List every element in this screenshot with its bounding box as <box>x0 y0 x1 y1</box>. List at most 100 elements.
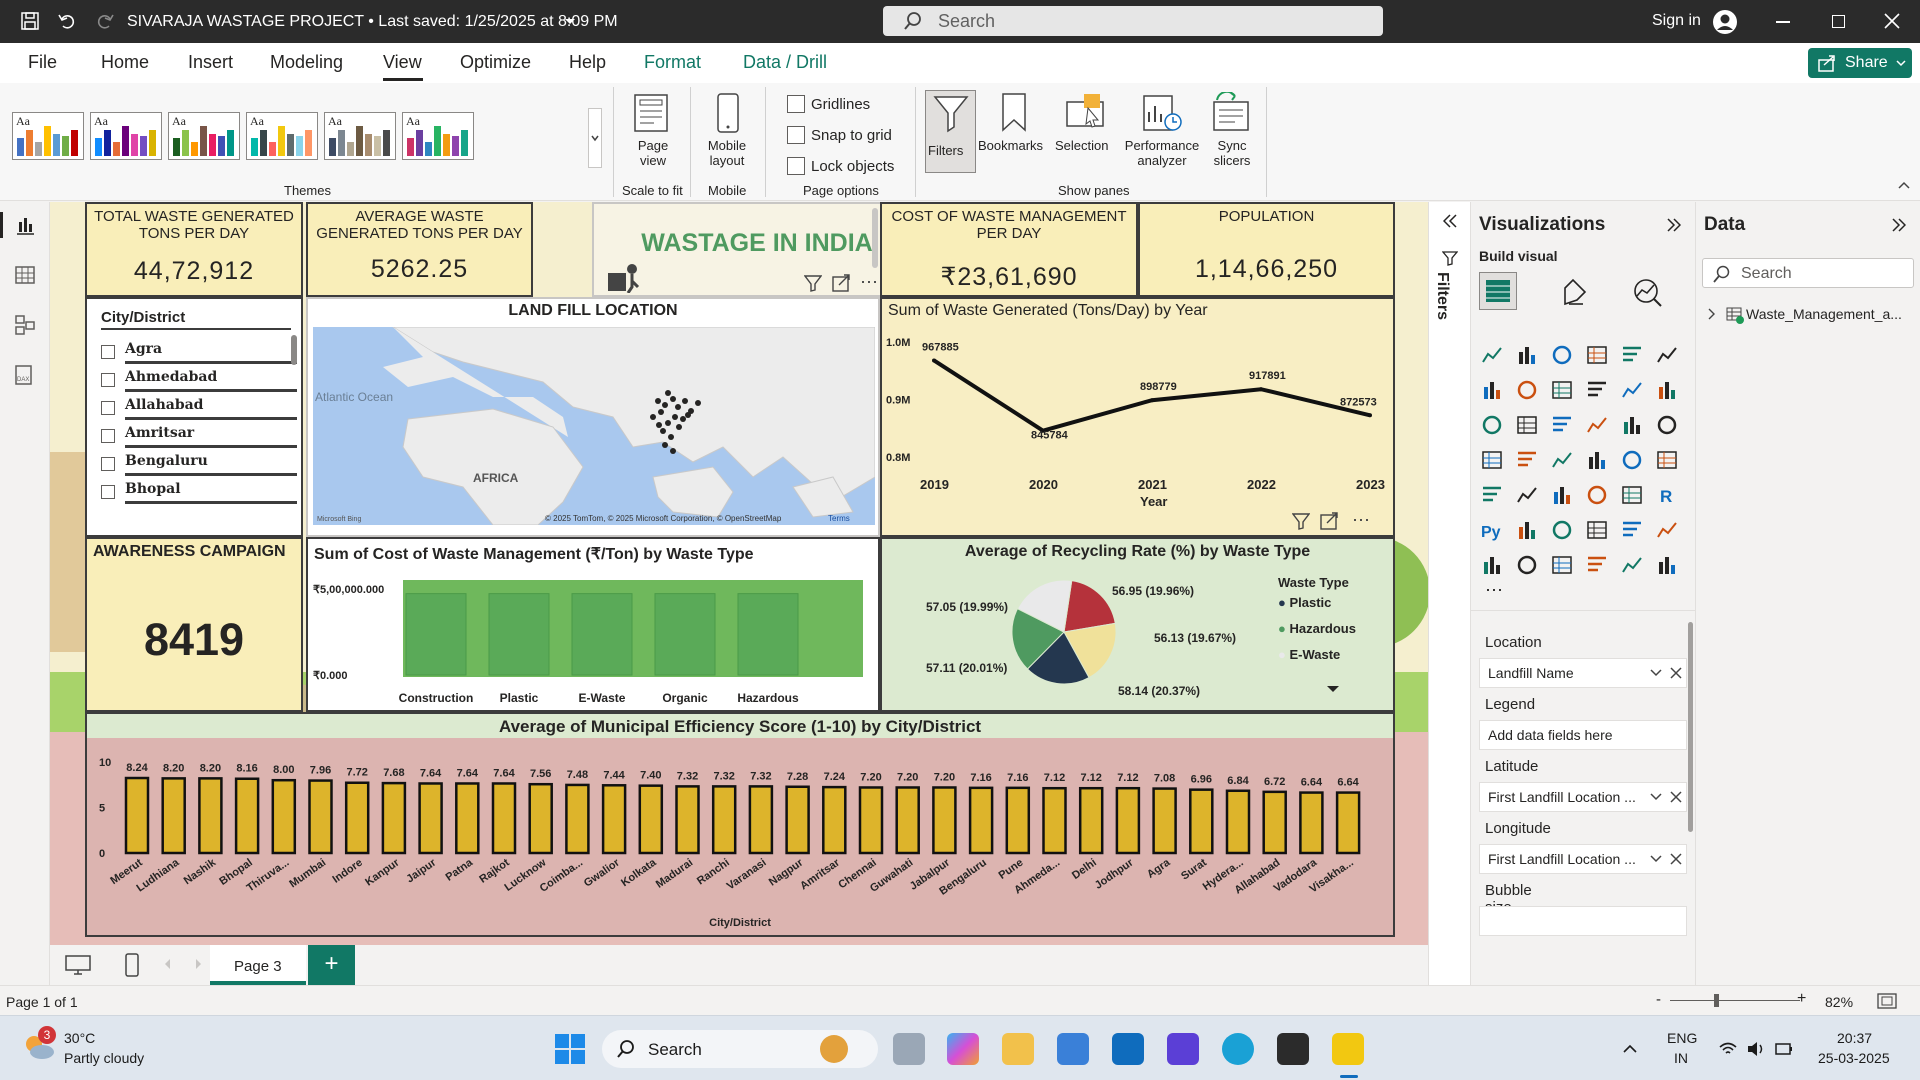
mobile-layout-button[interactable]: Mobile layout <box>702 138 752 168</box>
bar[interactable] <box>1115 786 1141 855</box>
share-button[interactable]: Share <box>1808 48 1912 78</box>
bar[interactable] <box>455 782 480 855</box>
cost-by-waste-type-chart[interactable]: Sum of Cost of Waste Management (₹/Ton) … <box>306 537 880 712</box>
landfill-map-visual[interactable]: LAND FILL LOCATION Atlantic Ocean AFRICA… <box>306 297 880 537</box>
selection-button[interactable]: Selection <box>1055 138 1108 153</box>
bar[interactable] <box>968 786 994 855</box>
landfill-marker[interactable] <box>665 420 671 426</box>
remove-field-icon[interactable] <box>1670 853 1682 865</box>
expand-filters-icon[interactable] <box>1443 214 1457 228</box>
bar[interactable] <box>1189 788 1214 855</box>
scrollbar[interactable] <box>872 208 878 268</box>
collapse-pane-icon[interactable] <box>1892 218 1906 232</box>
power-apps-icon[interactable] <box>1516 554 1538 576</box>
donut-icon[interactable] <box>1656 414 1678 436</box>
field-well-latitude[interactable]: First Landfill Location ... <box>1479 782 1687 812</box>
focus-mode-icon[interactable] <box>832 274 850 292</box>
bar[interactable] <box>711 785 737 855</box>
paginated-icon[interactable] <box>1656 519 1678 541</box>
key-influencers-icon[interactable] <box>1516 519 1538 541</box>
stacked-bar-icon[interactable] <box>1481 344 1503 366</box>
bar[interactable] <box>1005 786 1031 855</box>
redo-icon[interactable] <box>95 11 115 31</box>
slicer-item-agra[interactable]: Agra <box>101 337 297 365</box>
landfill-marker[interactable] <box>658 409 664 415</box>
series-line[interactable] <box>932 358 1371 433</box>
bar[interactable] <box>1152 787 1177 855</box>
landfill-marker[interactable] <box>672 414 678 420</box>
collapse-ribbon-icon[interactable] <box>1898 181 1910 189</box>
sign-in-link[interactable]: Sign in <box>1652 12 1701 30</box>
matrix-icon[interactable] <box>1621 484 1643 506</box>
pie-legend-item-hazardous[interactable]: ● Hazardous <box>1278 621 1356 636</box>
bar[interactable] <box>234 777 260 855</box>
sync-slicers-icon[interactable] <box>1209 92 1253 132</box>
menu-optimize[interactable]: Optimize <box>460 52 531 73</box>
selection-icon[interactable] <box>1064 92 1108 132</box>
bar[interactable] <box>1299 791 1324 855</box>
gauge-icon[interactable] <box>1621 449 1643 471</box>
table-view-icon[interactable] <box>14 264 36 286</box>
clustered-column-icon[interactable] <box>1586 344 1608 366</box>
cost-chart-plot[interactable]: ₹5,00,000.000 ₹0.000 Construction Plastic E-… <box>308 567 878 710</box>
bar[interactable] <box>785 785 810 855</box>
area-chart-icon[interactable] <box>1516 379 1538 401</box>
theme-option[interactable]: Aa <box>402 112 474 160</box>
page-tab-page3[interactable]: Page 3 <box>210 945 306 985</box>
slicer-checkbox[interactable] <box>101 485 115 499</box>
kpi-avg-waste-card[interactable]: AVERAGE WASTE GENERATED TONS PER DAY 526… <box>306 202 533 297</box>
outlook-icon[interactable] <box>1112 1033 1144 1065</box>
remove-field-icon[interactable] <box>1670 667 1682 679</box>
bar[interactable] <box>675 785 700 855</box>
r-visual-icon[interactable]: R <box>1656 484 1678 506</box>
line-clustered-icon[interactable] <box>1656 379 1678 401</box>
page-view-icon[interactable] <box>630 91 674 135</box>
landfill-marker[interactable] <box>680 416 686 422</box>
funnel-icon[interactable] <box>1551 414 1573 436</box>
python-visual-icon[interactable]: Py <box>1481 519 1503 541</box>
themes-more-button[interactable] <box>588 108 602 168</box>
map-icon[interactable] <box>1516 449 1538 471</box>
slicer-checkbox[interactable] <box>101 345 115 359</box>
zoom-in-button[interactable]: + <box>1797 990 1806 1008</box>
language-label[interactable]: ENG <box>1667 1030 1697 1046</box>
slicer-item-ahmedabad[interactable]: Ahmedabad <box>101 365 297 393</box>
clustered-bar-icon[interactable] <box>1551 344 1573 366</box>
kpi-population-card[interactable]: POPULATION 1,14,66,250 <box>1138 202 1395 297</box>
bar[interactable] <box>932 786 957 855</box>
pane-scrollbar[interactable] <box>1688 622 1693 832</box>
field-well-longitude[interactable]: First Landfill Location ... <box>1479 844 1687 874</box>
remove-field-icon[interactable] <box>1670 791 1682 803</box>
powerbi-icon[interactable] <box>1332 1033 1364 1065</box>
landfill-marker[interactable] <box>668 434 674 440</box>
awareness-campaign-card[interactable]: AWARENESS CAMPAIGN 8419 <box>85 537 303 712</box>
visual-filter-icon[interactable] <box>804 274 822 292</box>
table-icon[interactable] <box>1586 484 1608 506</box>
narrative-icon[interactable] <box>1621 519 1643 541</box>
qa-icon[interactable] <box>1586 519 1608 541</box>
bar[interactable] <box>1262 790 1287 855</box>
chevron-down-icon[interactable] <box>1650 669 1662 677</box>
bar[interactable] <box>1225 789 1251 855</box>
bar[interactable] <box>858 786 884 855</box>
fit-to-page-icon[interactable] <box>1877 993 1897 1009</box>
pie-legend-item-plastic[interactable]: ● Plastic <box>1278 595 1331 610</box>
bar[interactable] <box>1042 786 1067 855</box>
city-slicer[interactable]: City/District Agra Ahmedabad Allahabad Amri… <box>85 297 303 537</box>
bar[interactable] <box>1078 786 1104 855</box>
chevron-down-icon[interactable] <box>564 18 576 26</box>
bar[interactable] <box>571 593 633 676</box>
field-well-bubble-size[interactable] <box>1479 906 1687 936</box>
data-search-input[interactable]: Search <box>1702 258 1914 288</box>
menu-help[interactable]: Help <box>569 52 606 73</box>
ms-store-icon[interactable] <box>1057 1033 1089 1065</box>
kpi-cost-card[interactable]: COST OF WASTE MANAGEMENT PER DAY ₹23,61,… <box>880 202 1138 297</box>
bar[interactable] <box>198 777 223 855</box>
line-chart-plot[interactable]: 1.0M 0.9M 0.8M 967885 2019 845784 2020 898779 20… <box>882 324 1393 535</box>
slicer-item-amritsar[interactable]: Amritsar <box>101 421 297 449</box>
search-box[interactable]: Search <box>883 6 1383 36</box>
treemap-icon[interactable] <box>1481 449 1503 471</box>
theme-option[interactable]: Aa <box>90 112 162 160</box>
landfill-marker[interactable] <box>662 402 668 408</box>
100-area-icon[interactable] <box>1586 379 1608 401</box>
